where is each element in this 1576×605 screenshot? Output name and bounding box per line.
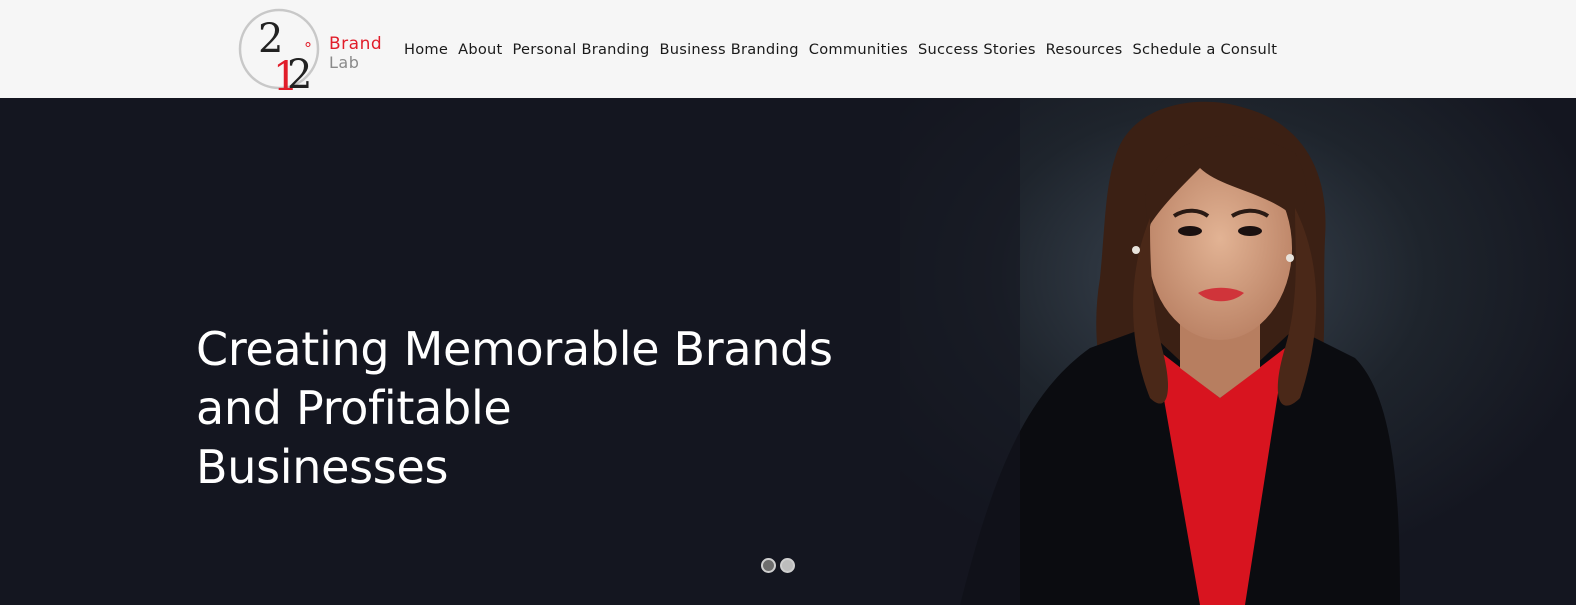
- hero-headline-line-2: and Profitable: [196, 381, 512, 435]
- nav-success-stories[interactable]: Success Stories: [918, 41, 1036, 58]
- nav-home[interactable]: Home: [404, 41, 448, 58]
- slider-pagination: [761, 558, 795, 573]
- slider-dot-1[interactable]: [761, 558, 776, 573]
- nav-resources[interactable]: Resources: [1046, 41, 1123, 58]
- logo-mark: 2 1 2 °: [238, 8, 320, 90]
- hero-headline-line-1: Creating Memorable Brands: [196, 322, 833, 376]
- brand-logo[interactable]: 2 1 2 ° Brand Lab: [236, 5, 386, 95]
- nav-personal-branding[interactable]: Personal Branding: [513, 41, 650, 58]
- slider-dot-2[interactable]: [780, 558, 795, 573]
- nav-about[interactable]: About: [458, 41, 502, 58]
- logo-word-lab: Lab: [329, 53, 360, 72]
- hero-slider: Creating Memorable Brands and Profitable…: [0, 98, 1576, 605]
- svg-text:°: °: [304, 39, 312, 58]
- nav-business-branding[interactable]: Business Branding: [659, 41, 798, 58]
- logo-word-brand: Brand: [329, 34, 383, 54]
- site-header: 2 1 2 ° Brand Lab Home About Personal Br…: [0, 0, 1576, 98]
- hero-portrait-image: [900, 98, 1576, 605]
- hero-headline-line-3: Businesses: [196, 440, 449, 494]
- nav-communities[interactable]: Communities: [809, 41, 908, 58]
- nav-schedule-a-consult[interactable]: Schedule a Consult: [1132, 41, 1277, 58]
- main-nav: Home About Personal Branding Business Br…: [404, 38, 1287, 60]
- hero-headline: Creating Memorable Brands and Profitable…: [196, 320, 916, 497]
